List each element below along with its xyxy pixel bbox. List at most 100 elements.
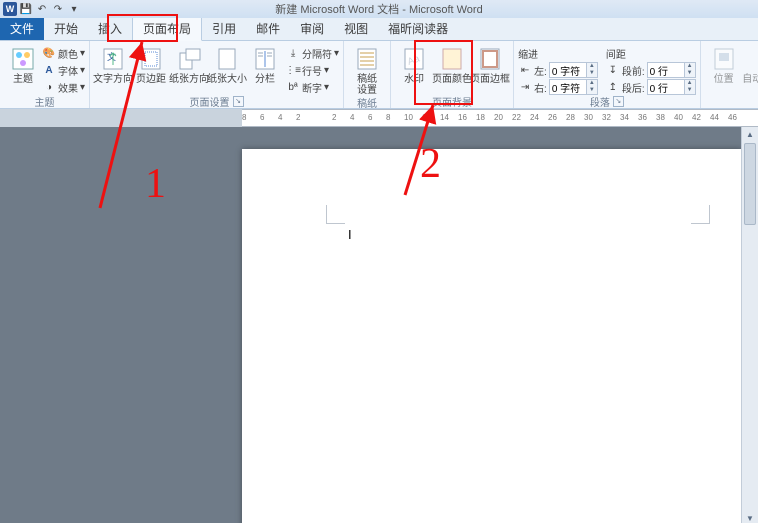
- text-direction-icon: 文: [99, 45, 127, 73]
- position-icon: [710, 45, 738, 73]
- ruler-tick: 42: [692, 113, 701, 122]
- tab-view[interactable]: 视图: [334, 17, 378, 40]
- line-numbers-icon: ⋮≡: [286, 63, 300, 77]
- ruler-tick: 34: [620, 113, 629, 122]
- wrap-text-button[interactable]: 自动换行 上: [743, 43, 758, 85]
- ruler-tick: 44: [710, 113, 719, 122]
- orientation-button[interactable]: 纸张方向: [170, 43, 208, 85]
- text-direction-label: 文字方向: [93, 74, 133, 85]
- size-button[interactable]: 纸张大小: [208, 43, 246, 85]
- save-icon[interactable]: 💾: [19, 2, 33, 16]
- tab-page-layout[interactable]: 页面布局: [132, 16, 202, 41]
- margin-guide-top-left: [326, 205, 345, 224]
- ruler-tick: 14: [440, 113, 449, 122]
- ruler-tick: 30: [584, 113, 593, 122]
- scroll-up-icon[interactable]: ▲: [742, 127, 758, 141]
- document-page[interactable]: I: [242, 149, 742, 523]
- hyphenation-button[interactable]: bª断字 ▾: [286, 79, 339, 95]
- indent-right-label: 右:: [534, 80, 547, 95]
- ruler-left-margin: [0, 109, 242, 127]
- tab-insert[interactable]: 插入: [88, 17, 132, 40]
- ruler-tick: 2: [296, 113, 300, 122]
- horizontal-ruler[interactable]: 8642246810121416182022242628303234363840…: [242, 109, 758, 127]
- indent-left-label: 左:: [534, 63, 547, 78]
- ruler-tick: 4: [278, 113, 282, 122]
- hyphenation-label: 断字: [302, 80, 322, 95]
- space-before-label: 段前:: [622, 63, 645, 78]
- redo-icon[interactable]: ↷: [51, 2, 65, 16]
- group-paragraph-label: 段落: [590, 94, 610, 109]
- page-setup-launcher-icon[interactable]: ↘: [233, 96, 244, 107]
- themes-label: 主题: [13, 74, 33, 85]
- watermark-label: 水印: [404, 74, 424, 85]
- margins-label: 页边距: [136, 74, 166, 85]
- margin-guide-top-right: [691, 205, 710, 224]
- page-color-button[interactable]: 页面颜色: [433, 43, 471, 85]
- ruler-tick: 2: [332, 113, 336, 122]
- watermark-icon: Aa: [400, 45, 428, 73]
- tab-references[interactable]: 引用: [202, 17, 246, 40]
- manuscript-button[interactable]: 稿纸 设置: [348, 43, 386, 96]
- text-cursor: I: [348, 227, 352, 242]
- ruler-tick: 20: [494, 113, 503, 122]
- ruler-tick: 32: [602, 113, 611, 122]
- line-numbers-button[interactable]: ⋮≡行号 ▾: [286, 62, 339, 78]
- ruler-tick: 12: [422, 113, 431, 122]
- breaks-button[interactable]: ⤓分隔符 ▾: [286, 45, 339, 61]
- group-themes-label: 主题: [35, 94, 55, 109]
- tab-foxit[interactable]: 福昕阅读器: [378, 17, 458, 40]
- space-after-label: 段后:: [622, 80, 645, 95]
- vertical-scrollbar[interactable]: ▲ ▼: [741, 127, 758, 523]
- ruler-tick: 28: [566, 113, 575, 122]
- tab-mailings[interactable]: 邮件: [246, 17, 290, 40]
- group-arrange: 位置 自动换行 上 排列: [701, 41, 758, 108]
- tab-home[interactable]: 开始: [44, 17, 88, 40]
- indent-header: 缩进: [518, 45, 598, 61]
- svg-text:文: 文: [107, 51, 116, 62]
- margins-button[interactable]: 页边距: [132, 43, 170, 85]
- theme-colors-label: 颜色: [58, 46, 78, 61]
- ruler-tick: 10: [404, 113, 413, 122]
- size-icon: [213, 45, 241, 73]
- columns-label: 分栏: [255, 74, 275, 85]
- manuscript-icon: [353, 45, 381, 73]
- manuscript-label: 稿纸 设置: [357, 74, 377, 96]
- qat-more-icon[interactable]: ▾: [67, 2, 81, 16]
- breaks-icon: ⤓: [286, 46, 300, 60]
- group-page-setup: 文 文字方向 页边距 纸张方向 纸张大小 分栏 ⤓分隔符 ▾ ⋮≡行号 ▾: [90, 41, 344, 108]
- effects-icon: ◑: [42, 80, 56, 94]
- space-before-input[interactable]: ▲▼: [647, 62, 696, 78]
- scroll-thumb[interactable]: [744, 143, 756, 225]
- margins-icon: [137, 45, 165, 73]
- theme-colors-button[interactable]: 🎨颜色 ▾: [42, 45, 85, 61]
- group-manuscript-label: 稿纸: [357, 95, 377, 110]
- space-before-icon: ↧: [606, 63, 620, 77]
- paragraph-launcher-icon[interactable]: ↘: [613, 96, 624, 107]
- space-after-input[interactable]: ▲▼: [647, 79, 696, 95]
- tab-review[interactable]: 审阅: [290, 17, 334, 40]
- ribbon-tab-strip: 文件 开始 插入 页面布局 引用 邮件 审阅 视图 福昕阅读器: [0, 18, 758, 41]
- space-after-icon: ↥: [606, 80, 620, 94]
- page-color-icon: [438, 45, 466, 73]
- watermark-button[interactable]: Aa 水印: [395, 43, 433, 85]
- columns-button[interactable]: 分栏: [246, 43, 284, 85]
- theme-effects-label: 效果: [58, 80, 78, 95]
- undo-icon[interactable]: ↶: [35, 2, 49, 16]
- theme-fonts-label: 字体: [58, 63, 78, 78]
- position-button[interactable]: 位置: [705, 43, 743, 85]
- indent-left-input[interactable]: ▲▼: [549, 62, 598, 78]
- title-bar: W 💾 ↶ ↷ ▾ 新建 Microsoft Word 文档 - Microso…: [0, 0, 758, 18]
- theme-fonts-button[interactable]: A字体 ▾: [42, 62, 85, 78]
- themes-button[interactable]: 主题: [4, 43, 42, 85]
- page-border-button[interactable]: 页面边框: [471, 43, 509, 85]
- wrap-text-icon: [755, 45, 758, 73]
- group-page-background: Aa 水印 页面颜色 页面边框 页面背景: [391, 41, 514, 108]
- group-page-setup-label: 页面设置: [190, 94, 230, 109]
- word-app-icon: W: [3, 2, 17, 16]
- tab-file[interactable]: 文件: [0, 17, 44, 40]
- text-direction-button[interactable]: 文 文字方向: [94, 43, 132, 85]
- page-border-label: 页面边框: [470, 74, 510, 85]
- scroll-down-icon[interactable]: ▼: [742, 511, 758, 523]
- quick-access-toolbar: W 💾 ↶ ↷ ▾: [0, 2, 81, 16]
- ruler-tick: 26: [548, 113, 557, 122]
